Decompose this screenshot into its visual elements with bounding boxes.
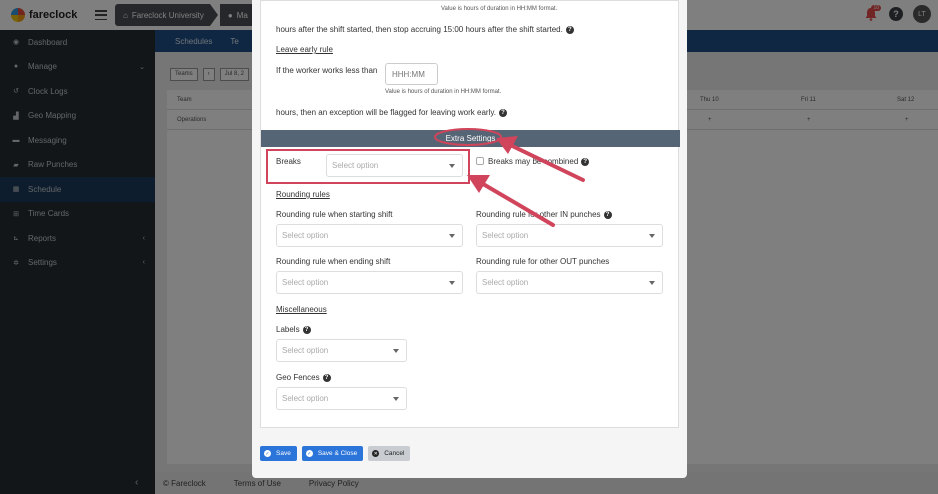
cancel-button[interactable]: ✕ Cancel xyxy=(368,446,411,461)
rounding-end-select-value: Select option xyxy=(282,278,329,287)
save-button[interactable]: ✓ Save xyxy=(260,446,297,461)
chevron-down-icon xyxy=(449,164,455,168)
help-icon[interactable]: ? xyxy=(565,25,574,34)
help-icon[interactable]: ? xyxy=(498,108,507,117)
breaks-combined-label: Breaks may be combined? xyxy=(488,157,590,166)
help-icon[interactable]: ? xyxy=(302,325,311,334)
rounding-other-out-select[interactable]: Select option xyxy=(476,271,663,294)
check-icon: ✓ xyxy=(305,450,313,457)
duration-hint-top: Value is hours of duration in HH:MM form… xyxy=(441,6,558,12)
rounding-end-label: Rounding rule when ending shift xyxy=(276,257,391,266)
rounding-start-select-value: Select option xyxy=(282,231,329,240)
shift-rules-modal: Value is hours of duration in HH:MM form… xyxy=(252,0,687,478)
duration-hint: Value is hours of duration in HH:MM form… xyxy=(385,89,502,95)
miscellaneous-heading: Miscellaneous xyxy=(276,305,327,314)
breaks-select[interactable]: Select option xyxy=(326,154,463,177)
after-shift-text: hours after the shift started, then stop… xyxy=(276,25,574,34)
rounding-other-in-select[interactable]: Select option xyxy=(476,224,663,247)
rounding-rules-heading: Rounding rules xyxy=(276,190,330,199)
rounding-end-select[interactable]: Select option xyxy=(276,271,463,294)
geo-fences-select[interactable]: Select option xyxy=(276,387,407,410)
after-shift-text-content: hours after the shift started, then stop… xyxy=(276,25,563,34)
leave-early-hours-input[interactable] xyxy=(385,63,438,85)
rounding-other-out-select-value: Select option xyxy=(482,278,529,287)
rounding-other-in-text: Rounding rule for other IN punches xyxy=(476,210,601,219)
help-icon[interactable]: ? xyxy=(581,157,590,166)
geo-fences-label: Geo Fences? xyxy=(276,373,331,382)
geo-fences-text: Geo Fences xyxy=(276,373,320,382)
save-close-button-label: Save & Close xyxy=(317,450,358,457)
rounding-other-in-select-value: Select option xyxy=(482,231,529,240)
breaks-combined-checkbox[interactable] xyxy=(476,157,484,165)
labels-text: Labels xyxy=(276,325,300,334)
chevron-down-icon xyxy=(393,397,399,401)
leave-early-heading: Leave early rule xyxy=(276,45,333,54)
save-button-label: Save xyxy=(276,450,291,457)
modal-form: Value is hours of duration in HH:MM form… xyxy=(260,0,680,428)
chevron-down-icon xyxy=(449,234,455,238)
chevron-down-icon xyxy=(649,234,655,238)
geo-fences-select-value: Select option xyxy=(282,394,329,403)
leave-early-suffix: hours, then an exception will be flagged… xyxy=(276,108,507,117)
chevron-down-icon xyxy=(393,349,399,353)
help-icon[interactable]: ? xyxy=(322,373,331,382)
chevron-down-icon xyxy=(449,281,455,285)
rounding-other-out-label: Rounding rule for other OUT punches xyxy=(476,257,610,266)
check-icon: ✓ xyxy=(264,450,271,457)
modal-actions: ✓ Save ✓ Save & Close ✕ Cancel xyxy=(260,446,411,461)
breaks-label: Breaks xyxy=(276,157,301,166)
chevron-down-icon xyxy=(649,281,655,285)
breaks-select-value: Select option xyxy=(332,161,379,170)
cancel-button-label: Cancel xyxy=(384,450,405,457)
rounding-start-select[interactable]: Select option xyxy=(276,224,463,247)
close-icon: ✕ xyxy=(372,450,380,457)
rounding-other-in-label: Rounding rule for other IN punches? xyxy=(476,210,612,219)
extra-settings-header: Extra Settings xyxy=(261,130,680,147)
save-close-button[interactable]: ✓ Save & Close xyxy=(301,446,364,461)
help-icon[interactable]: ? xyxy=(603,210,612,219)
leave-early-suffix-content: hours, then an exception will be flagged… xyxy=(276,108,496,117)
labels-label: Labels? xyxy=(276,325,311,334)
labels-select[interactable]: Select option xyxy=(276,339,407,362)
exceptions-section: Value is hours of duration in HH:MM form… xyxy=(261,1,680,130)
rounding-start-label: Rounding rule when starting shift xyxy=(276,210,393,219)
leave-early-prefix: If the worker works less than xyxy=(276,66,378,75)
labels-select-value: Select option xyxy=(282,346,329,355)
breaks-combined-text: Breaks may be combined xyxy=(488,157,579,166)
